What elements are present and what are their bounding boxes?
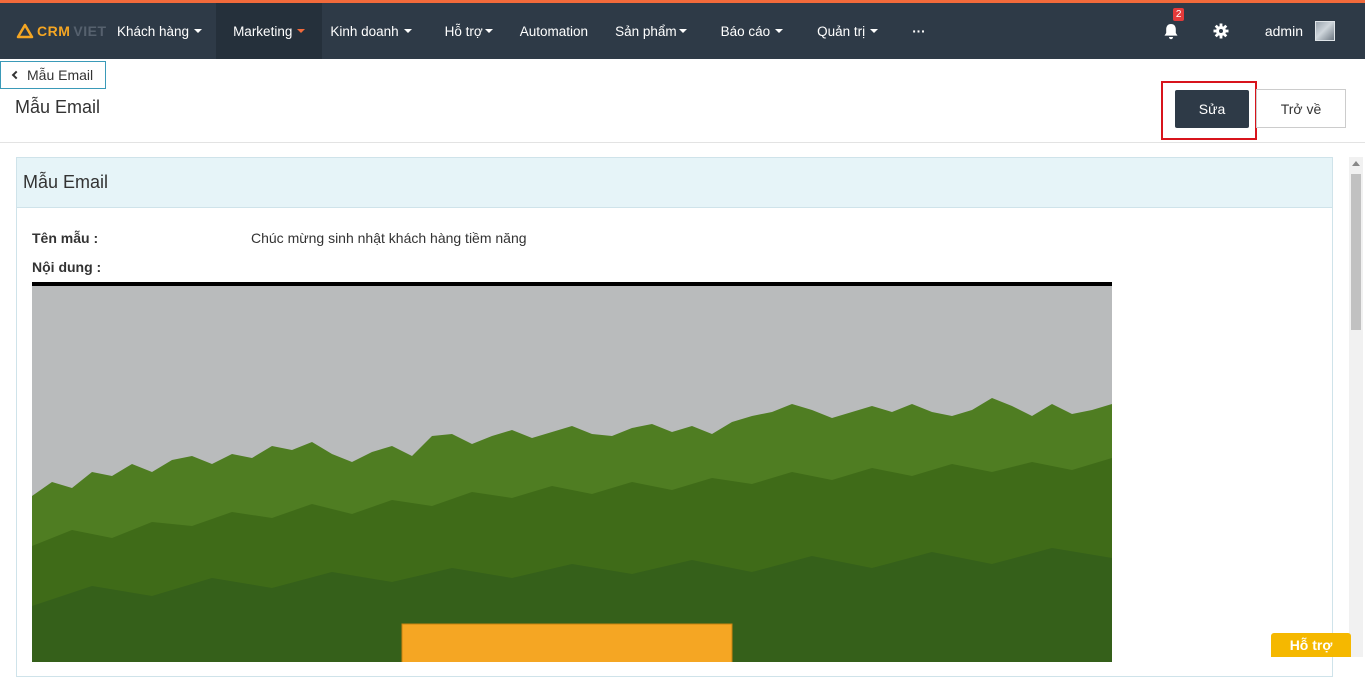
- panel-title: Mẫu Email: [17, 158, 1332, 208]
- ellipsis-icon: ···: [912, 23, 926, 39]
- bell-icon: [1164, 23, 1178, 39]
- caret-down-icon: [403, 29, 412, 33]
- template-name-row: Tên mẫu : Chúc mừng sinh nhật khách hàng …: [32, 230, 527, 246]
- nav-more[interactable]: ···: [896, 3, 942, 59]
- settings-button[interactable]: [1191, 3, 1251, 59]
- nav-quan-tri[interactable]: Quản trị: [801, 3, 896, 59]
- template-name-value: Chúc mừng sinh nhật khách hàng tiềm năng: [251, 230, 527, 246]
- chevron-left-icon: [11, 70, 21, 80]
- scroll-up-arrow-icon[interactable]: [1352, 161, 1360, 166]
- notification-count-badge: 2: [1172, 8, 1185, 21]
- nav-ho-tro[interactable]: Hỗ trợ: [430, 3, 504, 59]
- back-button[interactable]: Trở về: [1256, 89, 1346, 128]
- avatar: [1315, 21, 1335, 41]
- nav-label: Automation: [519, 23, 589, 39]
- nav-label: Quản trị: [817, 23, 866, 39]
- template-name-label: Tên mẫu :: [32, 230, 99, 246]
- breadcrumb-label: Mẫu Email: [27, 67, 94, 83]
- navbar-right: 2 admin: [1151, 3, 1365, 59]
- nav-bao-cao[interactable]: Báo cáo: [707, 3, 802, 59]
- edit-button[interactable]: Sửa: [1175, 90, 1249, 128]
- help-support-button[interactable]: Hỗ trợ: [1271, 633, 1351, 657]
- caret-down-icon: [297, 29, 306, 33]
- top-navbar: CRM VIET Khách hàng Marketing Kinh doanh …: [0, 3, 1365, 59]
- nav-label: Sản phẩm: [615, 23, 677, 39]
- user-name: admin: [1264, 23, 1303, 39]
- caret-down-icon: [870, 29, 879, 33]
- nav-label: Marketing: [233, 23, 293, 39]
- logo-icon: [16, 23, 34, 39]
- caret-down-icon: [194, 29, 203, 33]
- caret-down-icon: [484, 29, 493, 33]
- caret-down-icon: [678, 29, 687, 33]
- gear-icon: [1213, 23, 1229, 39]
- nav-automation[interactable]: Automation: [504, 3, 602, 59]
- crmviet-logo[interactable]: CRM VIET: [0, 3, 108, 59]
- nav-san-pham[interactable]: Sản phẩm: [602, 3, 707, 59]
- header-divider: [0, 142, 1365, 143]
- nav-label: Khách hàng: [117, 23, 190, 39]
- scrollbar-thumb[interactable]: [1351, 174, 1361, 330]
- nav-label: Kinh doanh: [330, 23, 399, 39]
- nav-khach-hang[interactable]: Khách hàng: [108, 3, 216, 59]
- breadcrumb-back-link[interactable]: Mẫu Email: [0, 61, 107, 89]
- nav-kinh-doanh[interactable]: Kinh doanh: [322, 3, 429, 59]
- email-content-image: [32, 282, 1112, 662]
- page-scrollbar[interactable]: [1349, 157, 1363, 657]
- logo-text-viet: VIET: [73, 23, 107, 39]
- nav-label: Hỗ trợ: [444, 23, 483, 39]
- user-menu[interactable]: admin: [1251, 3, 1365, 59]
- nav-label: Báo cáo: [720, 23, 771, 39]
- page-title: Mẫu Email: [15, 97, 101, 117]
- content-row: Nội dung :: [32, 259, 251, 275]
- email-template-panel: Mẫu Email Tên mẫu : Chúc mừng sinh nhật k…: [16, 157, 1333, 677]
- content-label: Nội dung :: [32, 259, 102, 275]
- forest-photo: [32, 286, 1112, 662]
- caret-down-icon: [775, 29, 784, 33]
- logo-text-crm: CRM: [37, 23, 71, 39]
- nav-marketing[interactable]: Marketing: [216, 3, 323, 59]
- notifications-button[interactable]: 2: [1151, 3, 1191, 59]
